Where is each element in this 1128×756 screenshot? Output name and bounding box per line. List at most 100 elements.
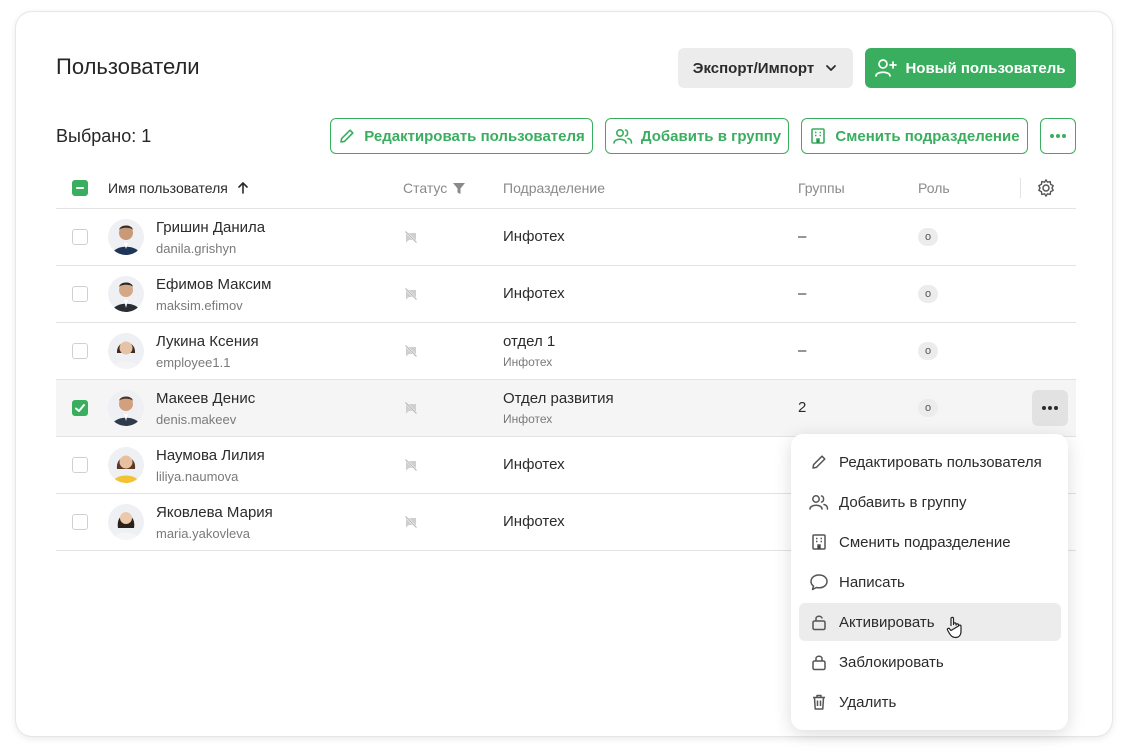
menu-item-label: Добавить в группу: [839, 493, 967, 511]
user-login: denis.makeev: [156, 412, 237, 427]
department-name: Инфотех: [503, 228, 565, 245]
building-icon: [811, 128, 826, 144]
menu-item-write-message[interactable]: Написать: [799, 563, 1061, 601]
status-offline-icon: [404, 230, 418, 244]
avatar: [108, 333, 144, 369]
role-badge: o: [918, 342, 938, 360]
status-offline-icon: [404, 458, 418, 472]
lock-open-icon: [812, 615, 826, 631]
user-login: employee1.1: [156, 355, 231, 370]
role-badge: o: [918, 399, 938, 417]
pencil-icon: [340, 129, 354, 143]
column-role-header[interactable]: Роль: [918, 180, 950, 196]
row-context-menu: Редактировать пользователя Добавить в гр…: [791, 434, 1068, 730]
column-groups-header[interactable]: Группы: [798, 180, 845, 196]
edit-user-label: Редактировать пользователя: [364, 127, 585, 145]
table-row[interactable]: Гришин Данила danila.grishyn Инфотех – o: [56, 209, 1076, 266]
edit-user-button[interactable]: Редактировать пользователя: [330, 118, 593, 154]
table-row[interactable]: Лукина Ксения employee1.1 отдел 1 Инфоте…: [56, 323, 1076, 380]
column-divider: [1020, 178, 1021, 198]
gear-icon[interactable]: [1036, 178, 1056, 198]
menu-item-label: Сменить подразделение: [839, 533, 1011, 551]
user-plus-icon: [875, 59, 898, 77]
column-role-label: Роль: [918, 180, 950, 196]
more-actions-button[interactable]: [1040, 118, 1076, 154]
menu-item-label: Активировать: [839, 613, 935, 631]
hand-pointer-cursor-icon: [946, 616, 962, 639]
row-checkbox[interactable]: [72, 229, 88, 245]
menu-item-delete[interactable]: Удалить: [799, 683, 1061, 721]
more-horizontal-icon: [1042, 406, 1058, 410]
user-login: maksim.efimov: [156, 298, 243, 313]
user-name: Лукина Ксения: [156, 333, 259, 350]
checkmark-icon: [75, 404, 85, 412]
change-department-label: Сменить подразделение: [835, 127, 1020, 145]
select-all-checkbox[interactable]: [72, 180, 88, 196]
change-department-button[interactable]: Сменить подразделение: [801, 118, 1028, 154]
department-name: Отдел развития: [503, 390, 614, 407]
export-import-label: Экспорт/Импорт: [692, 59, 815, 77]
pencil-icon: [812, 455, 826, 469]
status-offline-icon: [404, 344, 418, 358]
user-name: Наумова Лилия: [156, 447, 265, 464]
selected-count: Выбрано: 1: [56, 126, 152, 146]
menu-item-label: Удалить: [839, 693, 897, 711]
row-actions-button[interactable]: [1032, 390, 1068, 426]
groups-value: –: [798, 285, 807, 302]
column-name-header[interactable]: Имя пользователя: [108, 180, 250, 196]
sort-ascending-icon: [238, 182, 248, 194]
menu-item-label: Редактировать пользователя: [839, 453, 1042, 471]
status-offline-icon: [404, 401, 418, 415]
new-user-label: Новый пользователь: [905, 59, 1066, 77]
table-row[interactable]: Ефимов Максим maksim.efimov Инфотех – o: [56, 266, 1076, 323]
users-icon: [613, 128, 633, 144]
user-login: danila.grishyn: [156, 241, 237, 256]
column-status-header[interactable]: Статус: [403, 180, 466, 196]
column-status-label: Статус: [403, 180, 448, 196]
department-name: Инфотех: [503, 456, 565, 473]
department-name: отдел 1: [503, 333, 556, 350]
menu-item-label: Написать: [839, 573, 905, 591]
column-department-label: Подразделение: [503, 180, 606, 196]
row-checkbox[interactable]: [72, 514, 88, 530]
user-name: Яковлева Мария: [156, 504, 273, 521]
new-user-button[interactable]: Новый пользователь: [865, 48, 1076, 88]
avatar: [108, 276, 144, 312]
avatar: [108, 390, 144, 426]
table-row-selected[interactable]: Макеев Денис denis.makeev Отдел развития…: [56, 380, 1076, 437]
groups-value: –: [798, 342, 807, 359]
menu-item-block[interactable]: Заблокировать: [799, 643, 1061, 681]
minus-icon: [76, 187, 84, 189]
add-to-group-button[interactable]: Добавить в группу: [605, 118, 789, 154]
export-import-button[interactable]: Экспорт/Импорт: [678, 48, 853, 88]
add-to-group-label: Добавить в группу: [640, 127, 782, 145]
row-checkbox-checked[interactable]: [72, 400, 88, 416]
trash-icon: [813, 694, 825, 710]
user-name: Макеев Денис: [156, 390, 256, 407]
row-checkbox[interactable]: [72, 457, 88, 473]
chevron-down-icon: [826, 65, 837, 71]
users-icon: [809, 495, 829, 510]
chat-icon: [810, 574, 828, 591]
user-name: Ефимов Максим: [156, 276, 272, 293]
department-name: Инфотех: [503, 513, 565, 530]
menu-item-add-to-group[interactable]: Добавить в группу: [799, 483, 1061, 521]
menu-item-change-department[interactable]: Сменить подразделение: [799, 523, 1061, 561]
more-horizontal-icon: [1050, 134, 1066, 138]
menu-item-activate[interactable]: Активировать: [799, 603, 1061, 641]
role-badge: o: [918, 228, 938, 246]
column-department-header[interactable]: Подразделение: [503, 180, 605, 196]
menu-item-edit-user[interactable]: Редактировать пользователя: [799, 443, 1061, 481]
user-name: Гришин Данила: [156, 219, 266, 236]
menu-item-label: Заблокировать: [839, 653, 944, 671]
avatar: [108, 219, 144, 255]
department-name: Инфотех: [503, 285, 565, 302]
table-header: Имя пользователя Статус Подразделение Гр…: [56, 168, 1076, 209]
row-checkbox[interactable]: [72, 286, 88, 302]
avatar: [108, 447, 144, 483]
role-badge: o: [918, 285, 938, 303]
column-name-label: Имя пользователя: [108, 180, 228, 196]
department-parent: Инфотех: [503, 355, 553, 369]
page-title: Пользователи: [56, 54, 200, 79]
row-checkbox[interactable]: [72, 343, 88, 359]
